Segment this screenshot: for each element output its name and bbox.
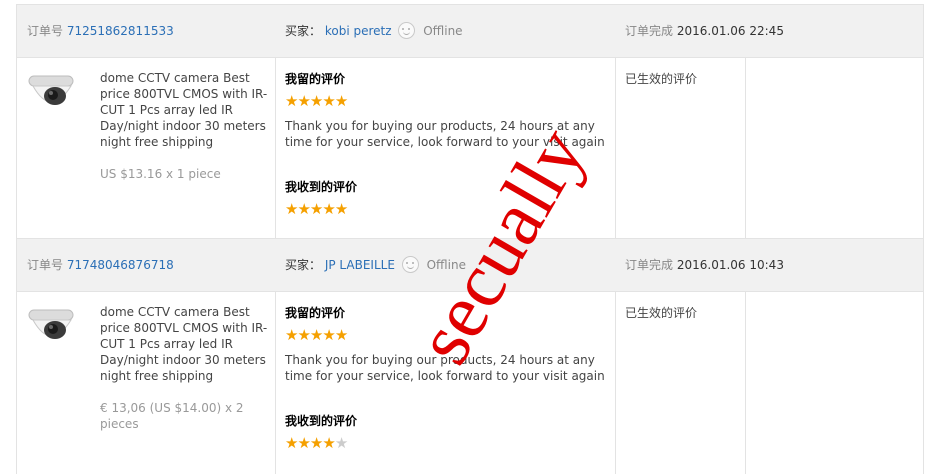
order-number-link[interactable]: 71251862811533 (67, 24, 174, 38)
my-review-title: 我留的评价 (285, 72, 346, 86)
star-icon: ★ (334, 434, 348, 452)
star-icon: ★ (334, 200, 348, 218)
star-icon: ★ (309, 434, 323, 452)
product-title[interactable]: dome CCTV camera Best price 800TVL CMOS … (100, 304, 268, 384)
order-status-label: 订单完成 (625, 258, 674, 272)
order-completed-time: 2016.01.06 10:43 (676, 258, 784, 272)
star-icon: ★ (334, 92, 348, 110)
star-icon: ★ (285, 434, 298, 452)
star-icon: ★ (322, 200, 335, 218)
product-price: € 13,06 (US $14.00) x 2 pieces (100, 401, 244, 431)
review-status: 已生效的评价 (625, 72, 698, 86)
star-icon: ★ (297, 326, 310, 344)
received-review-title: 我收到的评价 (285, 180, 358, 194)
my-review-text: Thank you for buying our products, 24 ho… (285, 119, 605, 149)
product-price: US $13.16 x 1 piece (100, 167, 221, 181)
buyer-name-link[interactable]: kobi peretz (325, 24, 392, 38)
my-rating-stars: ★★★★★ (285, 92, 348, 110)
star-icon: ★ (309, 200, 323, 218)
my-rating-stars: ★★★★★ (285, 326, 348, 344)
order-number-link[interactable]: 71748046876718 (67, 258, 174, 272)
star-icon: ★ (297, 92, 310, 110)
star-icon: ★ (285, 200, 298, 218)
order-number-label: 订单号 (27, 24, 64, 38)
order-completed-time: 2016.01.06 22:45 (676, 24, 784, 38)
star-icon: ★ (322, 326, 335, 344)
smiley-face-icon[interactable] (401, 256, 419, 273)
order-body: dome CCTV camera Best price 800TVL CMOS … (17, 58, 923, 240)
star-icon: ★ (285, 92, 298, 110)
order-status-label: 订单完成 (625, 24, 674, 38)
review-status: 已生效的评价 (625, 306, 698, 320)
star-icon: ★ (322, 434, 335, 452)
order-header: 订单号 71251862811533 买家： kobi peretz Offli… (17, 4, 923, 58)
star-icon: ★ (285, 326, 298, 344)
product-title[interactable]: dome CCTV camera Best price 800TVL CMOS … (100, 70, 268, 150)
star-icon: ★ (309, 92, 323, 110)
buyer-name-link[interactable]: JP LABEILLE (325, 258, 395, 272)
order-card: 订单号 71251862811533 买家： kobi peretz Offli… (16, 4, 924, 240)
my-review-text: Thank you for buying our products, 24 ho… (285, 353, 605, 383)
received-review-title: 我收到的评价 (285, 414, 358, 428)
buyer-online-status: Offline (423, 24, 463, 38)
received-rating-stars: ★★★★★ (285, 434, 348, 452)
star-icon: ★ (334, 326, 348, 344)
my-review-title: 我留的评价 (285, 306, 346, 320)
dome-camera-icon[interactable] (27, 70, 79, 122)
star-icon: ★ (309, 326, 323, 344)
buyer-label: 买家： (285, 258, 322, 272)
buyer-online-status: Offline (426, 258, 466, 272)
buyer-label: 买家： (285, 24, 322, 38)
star-icon: ★ (297, 200, 310, 218)
order-header: 订单号 71748046876718 买家： JP LABEILLE Offli… (17, 238, 923, 292)
dome-camera-icon[interactable] (27, 304, 79, 356)
order-card: 订单号 71748046876718 买家： JP LABEILLE Offli… (16, 238, 924, 474)
star-icon: ★ (297, 434, 310, 452)
received-rating-stars: ★★★★★ (285, 200, 348, 218)
smiley-face-icon[interactable] (398, 22, 416, 39)
order-number-label: 订单号 (27, 258, 64, 272)
order-body: dome CCTV camera Best price 800TVL CMOS … (17, 292, 923, 474)
star-icon: ★ (322, 92, 335, 110)
